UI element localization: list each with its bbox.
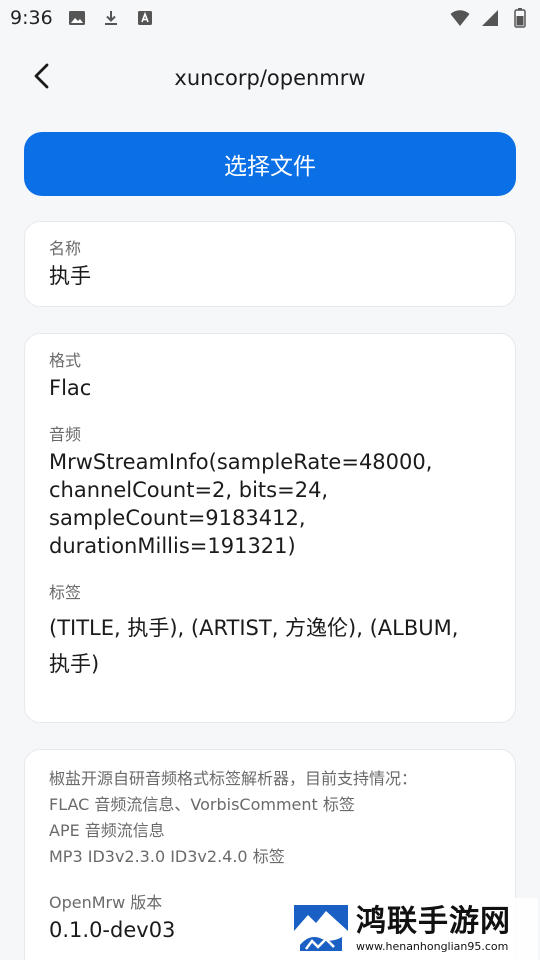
- watermark: 鸿联手游网 www.henanhonglian95.com: [292, 898, 538, 960]
- watermark-url: www.henanhonglian95.com: [356, 940, 509, 953]
- audio-line: sampleCount=9183412,: [49, 506, 306, 530]
- tags-label: 标签: [49, 583, 82, 602]
- audio-line: MrwStreamInfo(sampleRate=48000,: [49, 450, 433, 474]
- details-card: 格式 Flac 音频 MrwStreamInfo(sampleRate=4800…: [24, 333, 516, 723]
- signal-icon: [480, 8, 500, 28]
- status-left-icons: [67, 8, 155, 28]
- audio-label: 音频: [49, 425, 82, 444]
- select-file-button[interactable]: 选择文件: [24, 132, 516, 196]
- back-button[interactable]: [24, 60, 60, 96]
- info-line: APE 音频流信息: [49, 821, 165, 840]
- chevron-left-icon: [33, 63, 51, 93]
- watermark-text: 鸿联手游网 www.henanhonglian95.com: [356, 904, 511, 954]
- wifi-icon: [450, 8, 470, 28]
- name-label: 名称: [49, 239, 82, 258]
- image-icon: [67, 8, 87, 28]
- info-line: 椒盐开源自研音频格式标签解析器，目前支持情况：: [49, 769, 418, 788]
- audio-line: durationMillis=191321): [49, 534, 296, 558]
- tags-line: (TITLE, 执手), (ARTIST, 方逸伦), (ALBUM,: [49, 616, 459, 640]
- download-icon: [101, 8, 121, 28]
- name-card: 名称 执手: [24, 221, 516, 307]
- watermark-logo-icon: [292, 901, 350, 957]
- name-value: 执手: [49, 264, 91, 288]
- status-right-icons: [450, 8, 530, 28]
- status-bar: 9:36: [0, 0, 540, 36]
- battery-icon: [510, 8, 530, 28]
- audio-line: channelCount=2, bits=24,: [49, 478, 329, 502]
- font-a-icon: [135, 8, 155, 28]
- format-value: Flac: [49, 376, 92, 400]
- info-line: FLAC 音频流信息、VorbisComment 标签: [49, 795, 355, 814]
- watermark-title: 鸿联手游网: [356, 904, 511, 939]
- tags-line: 执手): [49, 652, 100, 676]
- status-time: 9:36: [10, 7, 53, 29]
- format-label: 格式: [49, 351, 82, 370]
- info-line: MP3 ID3v2.3.0 ID3v2.4.0 标签: [49, 847, 285, 866]
- page-title: xuncorp/openmrw: [174, 66, 366, 90]
- app-bar: xuncorp/openmrw: [0, 50, 540, 106]
